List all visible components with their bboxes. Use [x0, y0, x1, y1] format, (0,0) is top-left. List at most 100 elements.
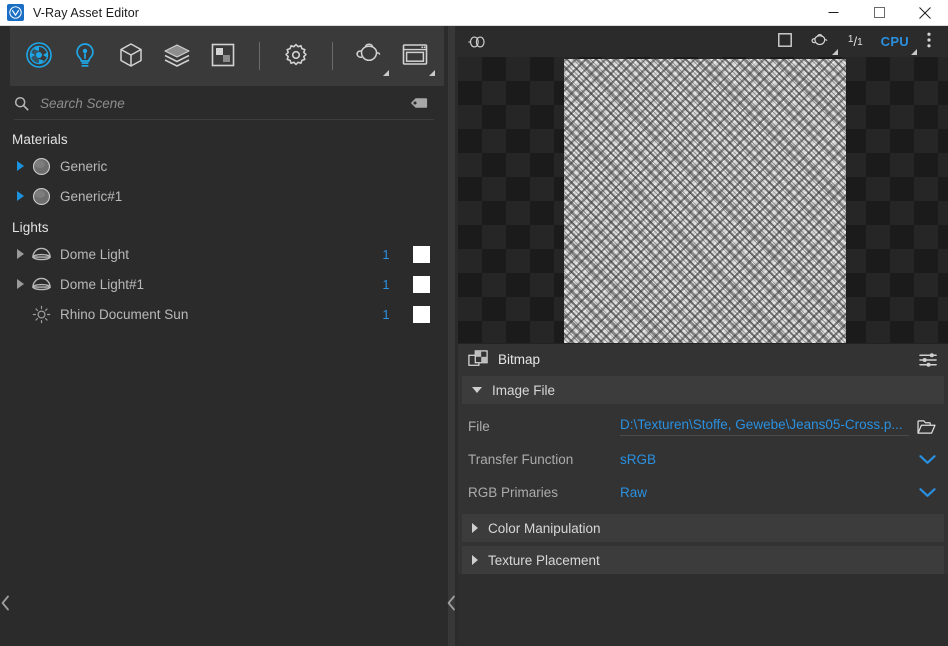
chevron-left-icon [447, 595, 456, 614]
bitmap-squares-icon [468, 349, 488, 370]
tree-item-label: Rhino Document Sun [60, 306, 189, 322]
expand-arrow-icon[interactable] [12, 279, 28, 289]
sliders-icon[interactable] [919, 352, 938, 368]
overlapping-circles-icon[interactable] [468, 35, 488, 49]
vray-asset-editor-window: V-Ray Asset Editor Search Scene Material… [0, 0, 948, 646]
tree-item-label: Dome Light#1 [60, 276, 145, 292]
render-engine-button[interactable]: CPU [872, 28, 918, 56]
color-manipulation-section[interactable]: Color Manipulation [462, 514, 944, 542]
title-bar: V-Ray Asset Editor [0, 0, 948, 26]
engine-dropdown-corner-icon[interactable] [911, 48, 917, 55]
open-folder-icon[interactable] [917, 419, 936, 435]
light-bulb-icon [72, 41, 98, 72]
chevron-left-icon [1, 595, 10, 614]
file-label: File [468, 419, 490, 434]
cube-icon [118, 41, 144, 72]
dome-light-icon [28, 276, 54, 292]
geometry-button[interactable] [108, 33, 154, 79]
material-sphere-icon [28, 157, 54, 176]
tree-item-count: 1 [382, 306, 390, 322]
preview-texture-image [564, 59, 846, 343]
tree-item-rhino-document-sun[interactable]: Rhino Document Sun 1 [0, 299, 444, 329]
left-pane: Materials Generic [0, 26, 444, 646]
light-enable-checkbox[interactable] [413, 275, 430, 293]
rgb-primaries-row[interactable]: RGB Primaries Raw [462, 476, 944, 509]
vertical-dots-icon [927, 32, 931, 51]
texture-preview[interactable] [458, 57, 948, 343]
tree-item-label: Generic [60, 158, 108, 174]
light-enable-checkbox[interactable] [413, 245, 430, 263]
render-window-dropdown-corner-icon[interactable] [429, 70, 435, 76]
filter-tag-icon[interactable] [406, 95, 432, 111]
close-button[interactable] [902, 0, 948, 26]
file-value[interactable]: D:\Texturen\Stoffe, Gewebe\Jeans05-Cross… [620, 417, 909, 436]
gear-icon [282, 41, 310, 72]
chevron-down-icon [472, 387, 482, 393]
lights-button[interactable] [62, 33, 108, 79]
collapse-tree-button[interactable] [447, 595, 456, 614]
splitter-bar[interactable] [448, 26, 455, 646]
tree-item-label: Dome Light [60, 246, 130, 262]
file-row[interactable]: File D:\Texturen\Stoffe, Gewebe\Jeans05-… [462, 410, 944, 443]
ratio-display: 1/1 [848, 35, 863, 49]
render-elements-button[interactable] [154, 33, 200, 79]
teapot-icon [354, 42, 384, 71]
textures-button[interactable] [200, 33, 246, 79]
square-icon [777, 33, 792, 50]
toolbar-separator-2 [332, 42, 333, 70]
tree-item-count: 1 [382, 276, 390, 292]
panel-splitter[interactable] [444, 26, 458, 646]
preview-resolution-ratio[interactable]: 1/1 [839, 28, 872, 56]
chevron-down-icon[interactable] [919, 487, 936, 498]
tree-group-materials: Materials [12, 132, 68, 147]
tree-item-generic-1[interactable]: Generic#1 [0, 181, 444, 211]
image-file-section[interactable]: Image File [462, 376, 944, 404]
image-file-section-body: File D:\Texturen\Stoffe, Gewebe\Jeans05-… [458, 404, 948, 513]
materials-button[interactable] [16, 33, 62, 79]
vray-logo-icon [7, 4, 24, 21]
section-label: Image File [492, 382, 556, 398]
chevron-down-icon[interactable] [919, 454, 936, 465]
left-edge-strip [0, 26, 10, 646]
sun-icon [28, 305, 54, 324]
right-pane: 1/1 CPU Bitmap Image File File D:\Textur… [458, 26, 948, 646]
section-label: Texture Placement [488, 552, 600, 568]
minimize-button[interactable] [810, 0, 856, 26]
expand-arrow-icon[interactable] [12, 191, 28, 201]
window-controls [810, 0, 948, 26]
window-title: V-Ray Asset Editor [33, 5, 140, 20]
render-dropdown-corner-icon[interactable] [383, 70, 389, 76]
light-enable-checkbox[interactable] [413, 305, 430, 323]
section-label: Color Manipulation [488, 520, 601, 536]
preview-toolbar: 1/1 CPU [458, 26, 948, 57]
scene-tree: Materials Generic Generic#1 Lights Dome … [0, 120, 444, 646]
panel-title-label: Bitmap [498, 352, 541, 367]
dome-light-icon [28, 246, 54, 262]
preview-teapot-button[interactable] [801, 28, 839, 56]
preview-menu-button[interactable] [918, 28, 940, 56]
search-bar [0, 86, 444, 120]
transfer-function-value[interactable]: sRGB [620, 452, 911, 467]
tree-item-dome-light[interactable]: Dome Light 1 [0, 239, 444, 269]
main-body: Materials Generic [0, 26, 948, 646]
panel-header: Bitmap [458, 344, 948, 375]
render-window-icon [401, 42, 429, 71]
settings-button[interactable] [273, 33, 319, 79]
expand-arrow-icon[interactable] [12, 161, 28, 171]
tree-item-dome-light-1[interactable]: Dome Light#1 1 [0, 269, 444, 299]
texture-placement-section[interactable]: Texture Placement [462, 546, 944, 574]
render-button[interactable] [346, 33, 392, 79]
render-frame-window-button[interactable] [392, 33, 438, 79]
expand-arrow-icon[interactable] [12, 249, 28, 259]
transfer-function-label: Transfer Function [468, 452, 574, 467]
maximize-button[interactable] [856, 0, 902, 26]
search-input[interactable] [40, 95, 406, 111]
tree-group-lights: Lights [12, 220, 49, 235]
collapse-left-panel-button[interactable] [0, 595, 10, 614]
preview-teapot-dropdown-corner-icon[interactable] [831, 48, 838, 55]
tree-item-generic[interactable]: Generic [0, 151, 444, 181]
rgb-primaries-value[interactable]: Raw [620, 485, 911, 500]
preview-flat-button[interactable] [769, 28, 801, 56]
toolbar-separator [259, 42, 260, 70]
transfer-function-row[interactable]: Transfer Function sRGB [462, 443, 944, 476]
